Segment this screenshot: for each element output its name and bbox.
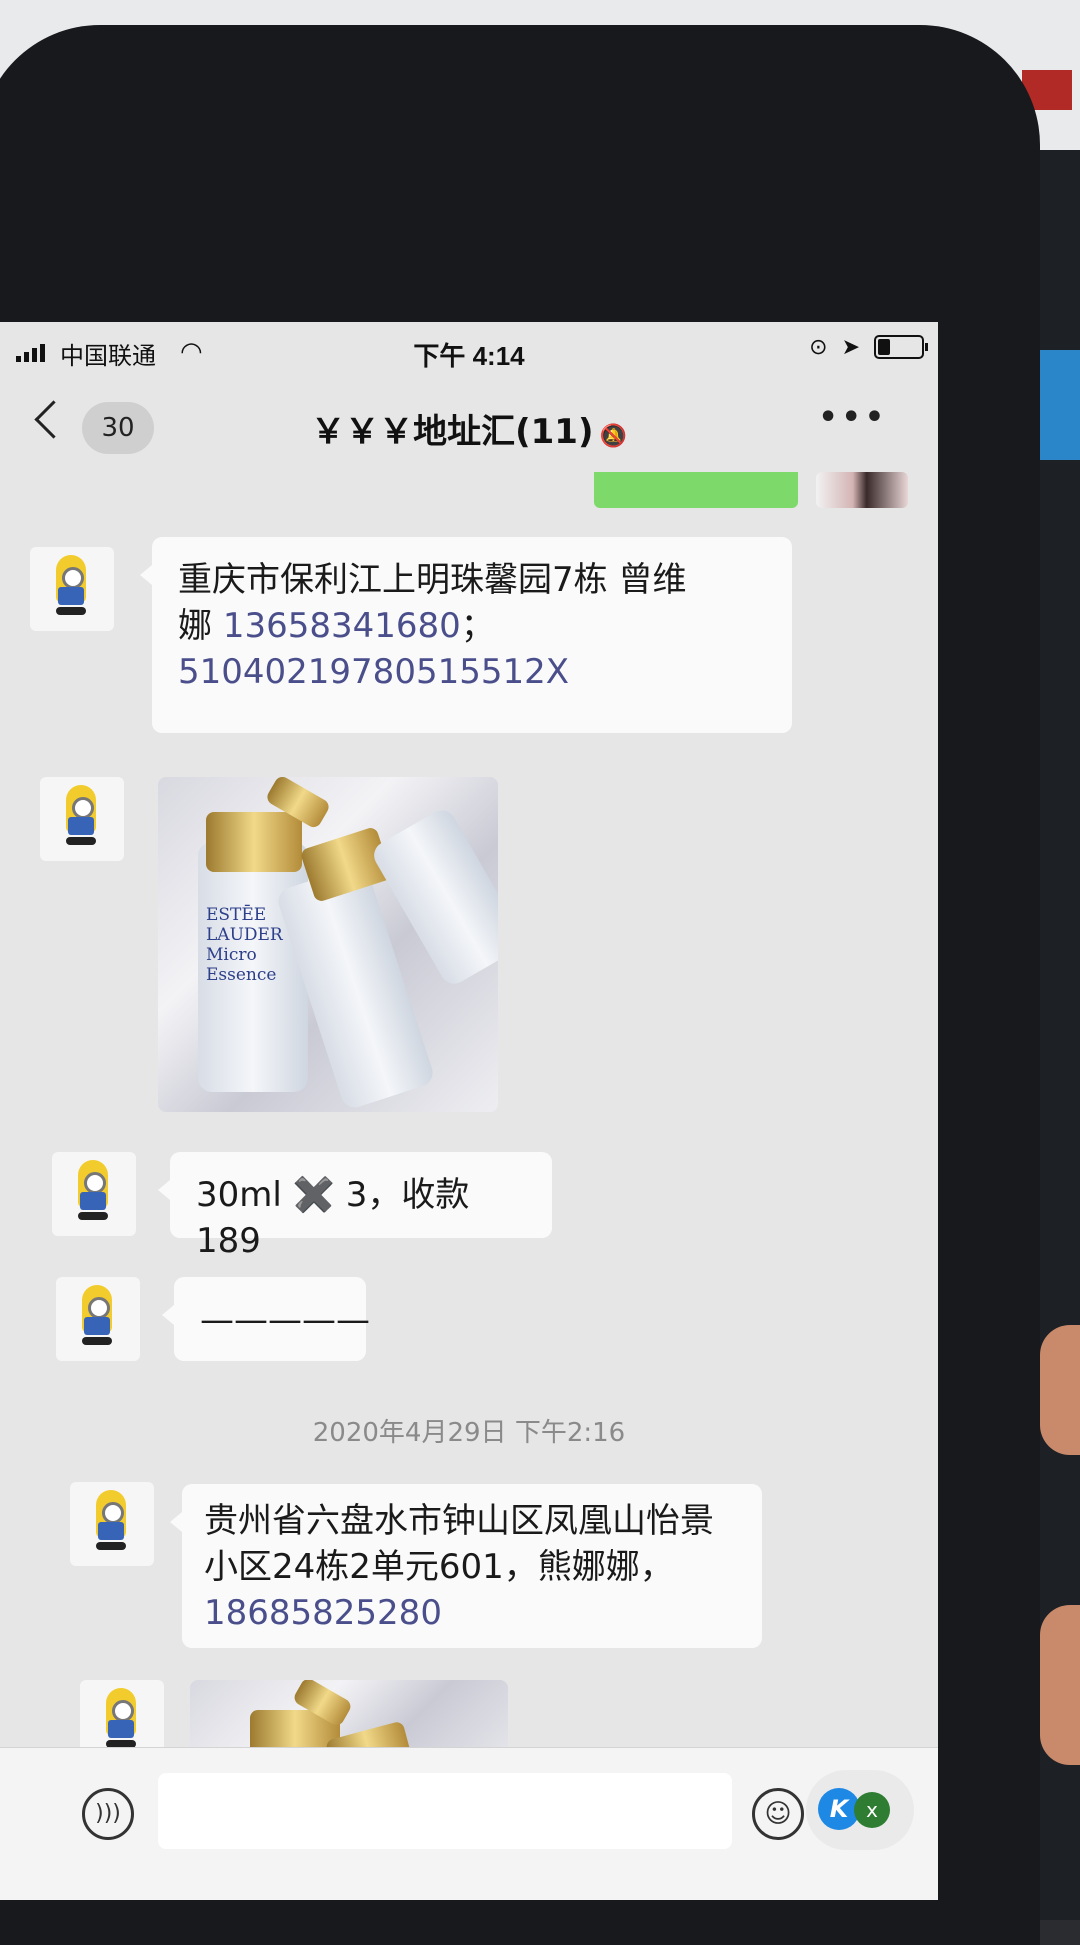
chat-header: 30 ￥￥￥地址汇(11) 🔕 ••• xyxy=(0,382,938,472)
minion-avatar[interactable] xyxy=(56,1277,140,1361)
finger xyxy=(1040,1325,1080,1455)
minion-avatar[interactable] xyxy=(30,547,114,631)
minion-avatar[interactable] xyxy=(80,1680,164,1747)
product-brand-text: ESTĒE LAUDER Micro Essence xyxy=(206,905,283,985)
self-avatar[interactable] xyxy=(816,472,908,508)
mute-bell-icon: 🔕 xyxy=(599,424,627,449)
product-photo[interactable] xyxy=(190,1680,508,1747)
phone-number-link[interactable]: 18685825280 xyxy=(204,1593,442,1633)
phone-frame: 中国联通 ◠ 下午 4:14 ⊙ ➤ 30 ￥￥￥地址汇(11) 🔕 ••• 重… xyxy=(0,25,1040,1945)
address-message-bubble[interactable]: 重庆市保利江上明珠馨园7栋 曾维 娜 13658341680； 51040219… xyxy=(140,537,792,733)
chat-title: ￥￥￥地址汇(11) xyxy=(311,412,594,452)
emoji-icon[interactable]: ☺ xyxy=(752,1788,804,1840)
floating-overlay-button[interactable]: K x xyxy=(806,1770,914,1850)
minion-avatar[interactable] xyxy=(70,1482,154,1566)
status-bar: 中国联通 ◠ 下午 4:14 ⊙ ➤ xyxy=(0,322,938,382)
phone-number-link[interactable]: 13658341680 xyxy=(223,606,461,646)
rotation-lock-icon: ⊙ xyxy=(809,334,828,359)
voice-icon[interactable]: ))) xyxy=(82,1788,134,1840)
location-icon: ➤ xyxy=(841,334,860,359)
message-list[interactable]: 重庆市保利江上明珠馨园7栋 曾维 娜 13658341680； 51040219… xyxy=(0,472,938,1747)
price-message-bubble[interactable]: 30ml ✖️ 3，收款189 xyxy=(158,1152,552,1261)
product-photo[interactable]: ESTĒE LAUDER Micro Essence xyxy=(158,777,498,1112)
status-time: 下午 4:14 xyxy=(413,341,525,371)
wechat-screen: 中国联通 ◠ 下午 4:14 ⊙ ➤ 30 ￥￥￥地址汇(11) 🔕 ••• 重… xyxy=(0,322,938,1900)
id-number-link[interactable]: 51040219780515512X xyxy=(178,652,569,692)
input-bar: ))) ☺ K x xyxy=(0,1747,938,1900)
message-input[interactable] xyxy=(158,1773,732,1849)
divider-message-bubble[interactable]: ————— xyxy=(162,1277,370,1361)
minion-avatar[interactable] xyxy=(40,777,124,861)
sent-message-bubble[interactable] xyxy=(594,472,798,508)
address-message-bubble[interactable]: 贵州省六盘水市钟山区凤凰山怡景 小区24栋2单元601，熊娜娜， 1868582… xyxy=(170,1484,762,1648)
minion-avatar[interactable] xyxy=(52,1152,136,1236)
chat-timestamp: 2020年4月29日 下午2:16 xyxy=(312,1418,626,1448)
more-options-button[interactable]: ••• xyxy=(818,400,888,435)
finger xyxy=(1040,1605,1080,1765)
battery-icon xyxy=(874,335,928,359)
close-overlay-icon[interactable]: x xyxy=(854,1792,890,1828)
